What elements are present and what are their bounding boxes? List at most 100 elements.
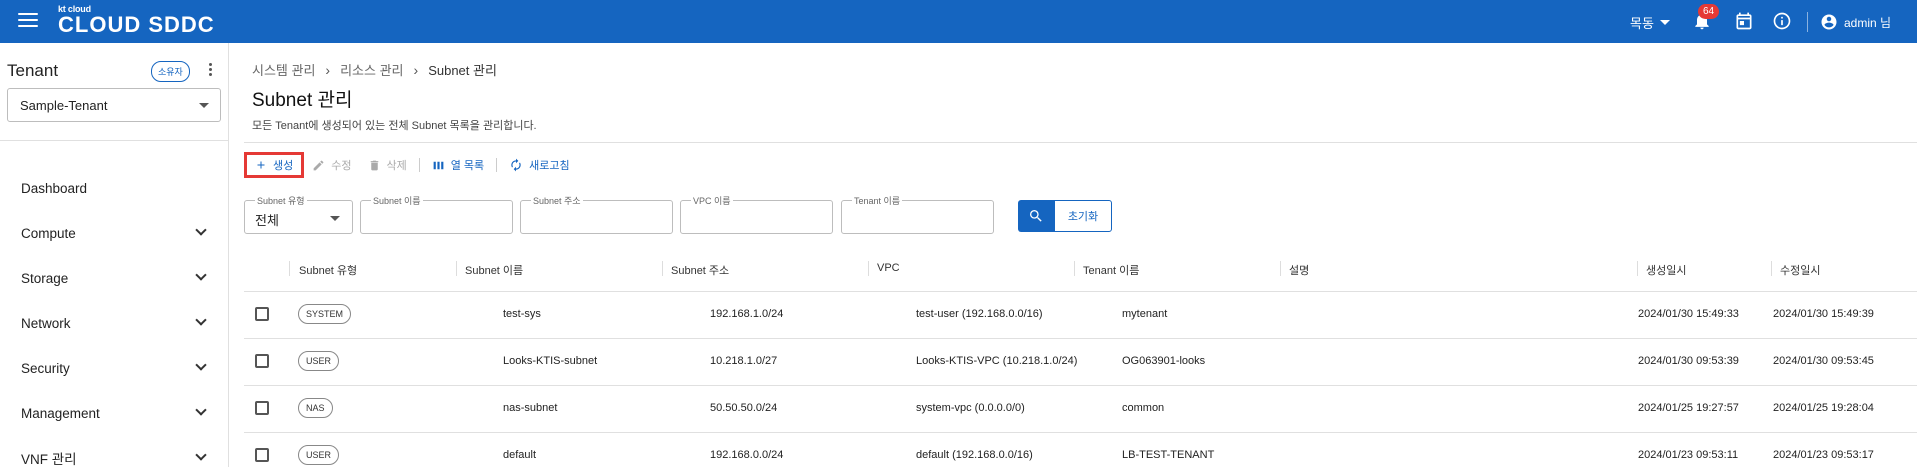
cell-created: 2024/01/25 19:27:57 <box>1638 402 1739 414</box>
sidebar-item-network[interactable]: Network <box>0 301 229 345</box>
th-description[interactable]: 설명 <box>1289 262 1309 278</box>
subnet-type-chip: USER <box>298 445 340 465</box>
sidebar-item-management[interactable]: Management <box>0 391 229 435</box>
table-row[interactable]: NAS nas-subnet 50.50.50.0/24 system-vpc … <box>244 386 1917 433</box>
vpc-name-label: VPC 이름 <box>691 194 733 207</box>
column-separator <box>289 261 290 276</box>
th-modified[interactable]: 수정일시 <box>1780 262 1820 278</box>
sidebar-item-security[interactable]: Security <box>0 346 229 390</box>
sidebar-item-dashboard[interactable]: Dashboard <box>0 166 229 210</box>
page-title: Subnet 관리 <box>252 90 353 111</box>
hamburger-menu-icon[interactable] <box>18 13 38 29</box>
column-separator <box>1074 261 1075 276</box>
columns-label: 열 목록 <box>450 160 485 172</box>
cell-vpc: default (192.168.0.0/16) <box>916 449 1033 461</box>
column-separator <box>662 261 663 276</box>
subnet-table: Subnet 유형 Subnet 이름 Subnet 주소 VPC Tenant… <box>244 247 1917 467</box>
row-checkbox[interactable] <box>255 354 269 368</box>
cell-subnet-address: 192.168.0.0/24 <box>710 449 784 461</box>
user-menu[interactable]: admin 님 <box>1820 13 1891 31</box>
cell-vpc: Looks-KTIS-VPC (10.218.1.0/24) <box>916 355 1078 367</box>
th-created[interactable]: 생성일시 <box>1646 262 1686 278</box>
edit-button[interactable]: 수정 <box>304 152 359 178</box>
th-vpc[interactable]: VPC <box>877 262 900 274</box>
cell-tenant: mytenant <box>1122 308 1168 320</box>
owner-chip[interactable]: 소유자 <box>151 61 190 82</box>
sidebar-item-label: Storage <box>21 270 69 286</box>
header-divider <box>244 142 1917 143</box>
chevron-down-icon <box>195 404 207 416</box>
search-button[interactable] <box>1018 200 1054 232</box>
tenant-header: Tenant 소유자 <box>7 61 222 82</box>
subnet-name-input[interactable]: Subnet 이름 <box>360 194 513 234</box>
logo-text: CLOUD SDDC <box>58 12 215 37</box>
calendar-icon[interactable] <box>1734 11 1754 31</box>
cell-created: 2024/01/23 09:53:11 <box>1638 449 1739 461</box>
create-label: 생성 <box>273 160 294 172</box>
subnet-type-label: Subnet 유형 <box>255 194 307 207</box>
row-checkbox[interactable] <box>255 307 269 321</box>
sidebar-item-compute[interactable]: Compute <box>0 211 229 255</box>
more-vert-icon[interactable] <box>207 63 213 79</box>
toolbar-divider <box>418 158 420 172</box>
logo[interactable]: kt cloud CLOUD SDDC <box>58 4 215 36</box>
tenant-name-input[interactable]: Tenant 이름 <box>841 194 994 234</box>
info-icon[interactable] <box>1772 11 1792 31</box>
delete-label: 삭제 <box>386 160 407 172</box>
cell-subnet-address: 192.168.1.0/24 <box>710 308 784 320</box>
columns-button[interactable]: 열 목록 <box>424 152 492 178</box>
sidebar-item-vnf[interactable]: VNF 관리 <box>0 436 229 467</box>
chevron-down-icon <box>195 314 207 326</box>
breadcrumb-current: Subnet 관리 <box>428 63 497 78</box>
table-row[interactable]: USER Looks-KTIS-subnet 10.218.1.0/27 Loo… <box>244 339 1917 386</box>
row-checkbox[interactable] <box>255 448 269 462</box>
th-subnet-address[interactable]: Subnet 주소 <box>671 262 729 278</box>
refresh-icon <box>511 158 521 172</box>
trash-icon <box>370 160 378 170</box>
refresh-button[interactable]: 새로고침 <box>501 152 577 178</box>
cell-modified: 2024/01/25 19:28:04 <box>1773 402 1874 414</box>
column-separator <box>1637 261 1638 276</box>
th-subnet-type[interactable]: Subnet 유형 <box>299 262 357 278</box>
subnet-type-select[interactable]: Subnet 유형 전체 <box>244 194 353 234</box>
sidebar-item-label: Network <box>21 315 71 331</box>
chevron-right-icon: › <box>413 61 419 78</box>
delete-button[interactable]: 삭제 <box>360 152 415 178</box>
table-row[interactable]: USER default 192.168.0.0/24 default (192… <box>244 433 1917 467</box>
subnet-type-value: 전체 <box>255 213 279 228</box>
user-name: admin 님 <box>1844 15 1892 30</box>
region-dropdown[interactable]: 목동 <box>1630 13 1670 32</box>
breadcrumb-item[interactable]: 리소스 관리 <box>340 60 403 79</box>
create-button[interactable]: 생성 <box>244 152 305 178</box>
th-tenant-name[interactable]: Tenant 이름 <box>1083 262 1139 278</box>
caret-down-icon <box>1659 20 1670 25</box>
subnet-address-input[interactable]: Subnet 주소 <box>520 194 673 234</box>
notification-badge: 64 <box>1698 4 1720 19</box>
sidebar-item-label: VNF 관리 <box>21 452 77 467</box>
row-checkbox[interactable] <box>255 401 269 415</box>
breadcrumb-item[interactable]: 시스템 관리 <box>252 60 315 79</box>
plus-icon <box>257 161 265 169</box>
vpc-name-input[interactable]: VPC 이름 <box>680 194 833 234</box>
breadcrumb: 시스템 관리 › 리소스 관리 › Subnet 관리 <box>252 60 497 79</box>
cell-tenant: LB-TEST-TENANT <box>1122 449 1215 461</box>
cell-modified: 2024/01/30 15:49:39 <box>1773 308 1874 320</box>
edit-label: 수정 <box>331 160 352 172</box>
caret-down-icon <box>330 216 340 221</box>
cell-tenant: common <box>1122 402 1165 414</box>
cell-subnet-name: nas-subnet <box>503 402 558 414</box>
table-row[interactable]: SYSTEM test-sys 192.168.1.0/24 test-user… <box>244 292 1917 339</box>
reset-button[interactable]: 초기화 <box>1054 200 1112 232</box>
cell-created: 2024/01/30 15:49:33 <box>1638 308 1739 320</box>
table-header: Subnet 유형 Subnet 이름 Subnet 주소 VPC Tenant… <box>244 247 1917 292</box>
th-subnet-name[interactable]: Subnet 이름 <box>465 262 523 278</box>
tenant-select[interactable]: Sample-Tenant <box>7 88 221 122</box>
cell-modified: 2024/01/23 09:53:17 <box>1773 449 1874 461</box>
chevron-right-icon: › <box>325 61 331 78</box>
refresh-label: 새로고침 <box>529 160 570 172</box>
main-content: 시스템 관리 › 리소스 관리 › Subnet 관리 Subnet 관리 모든… <box>230 43 1917 467</box>
cell-modified: 2024/01/30 09:53:45 <box>1773 355 1874 367</box>
cell-subnet-address: 50.50.50.0/24 <box>710 402 778 414</box>
sidebar-item-label: Compute <box>21 225 76 241</box>
sidebar-item-storage[interactable]: Storage <box>0 256 229 300</box>
